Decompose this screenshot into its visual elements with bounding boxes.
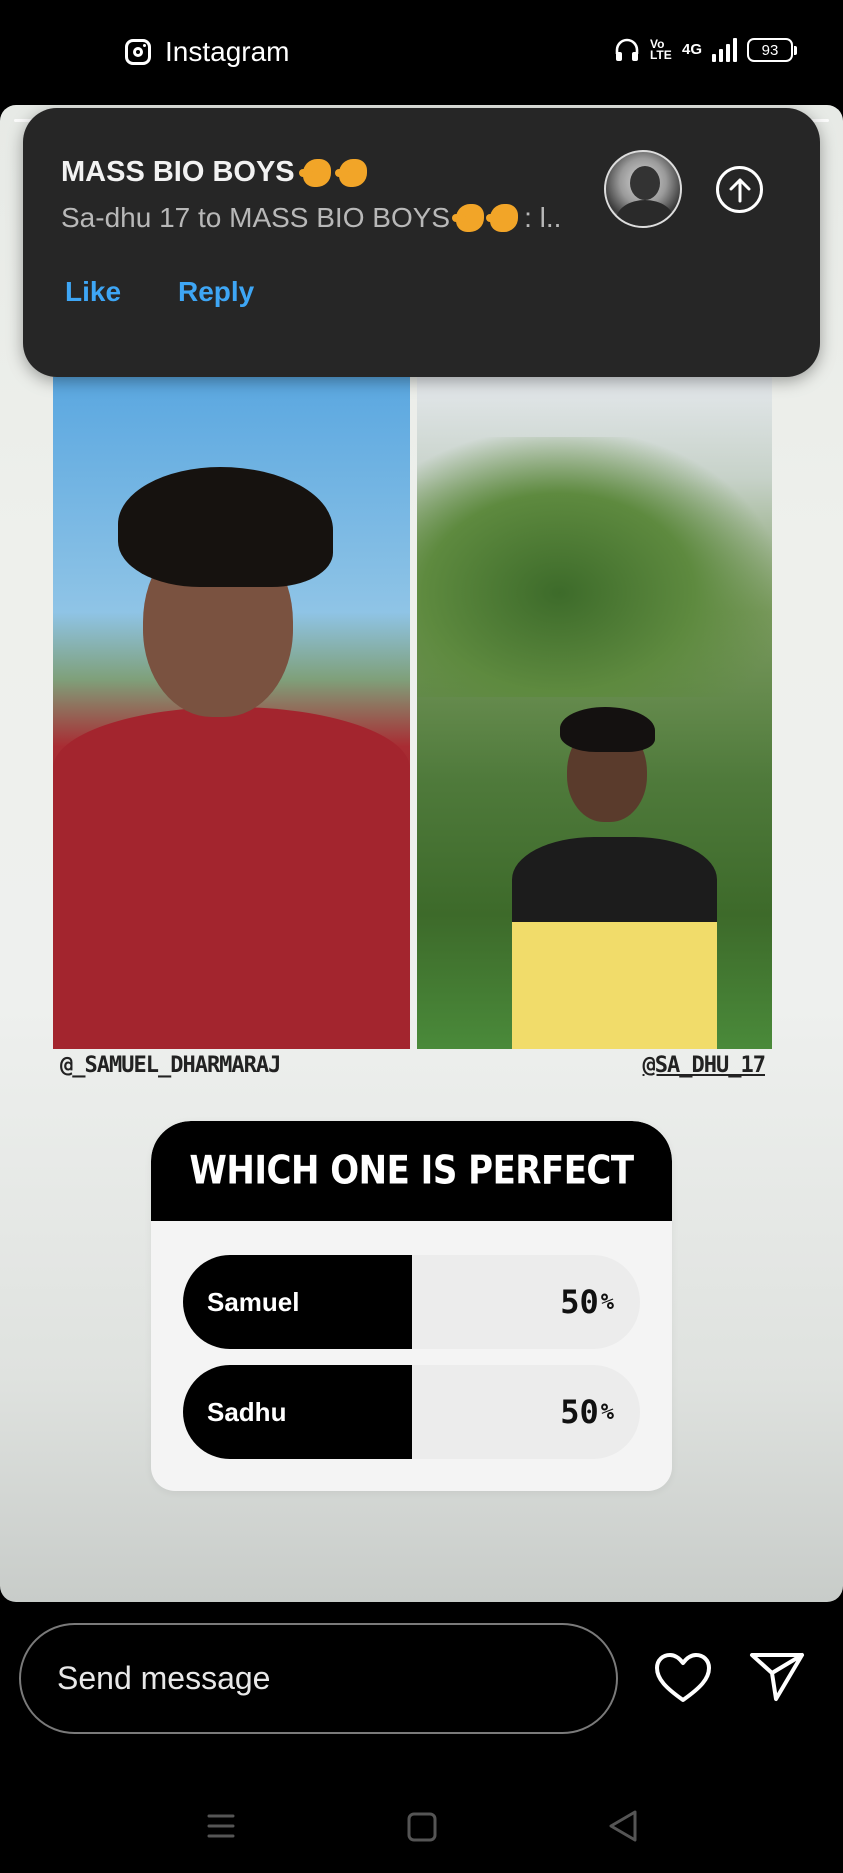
instagram-icon: [125, 39, 151, 65]
message-notification[interactable]: MASS BIO BOYS Sa-dhu 17 to MASS BIO BOYS…: [23, 108, 820, 377]
home-square-icon: [407, 1812, 437, 1842]
send-message-placeholder: Send message: [57, 1660, 271, 1696]
poll-option-percent: 50%: [560, 1283, 614, 1321]
poll-option-percent: 50%: [560, 1393, 614, 1431]
pointing-hand-emoji-icon: [298, 158, 331, 187]
status-icons: Vo LTE 4G 93: [614, 37, 797, 62]
system-navigation-bar: [0, 1780, 843, 1873]
back-button[interactable]: [603, 1806, 643, 1846]
photo-right: [417, 377, 772, 1049]
share-story-button[interactable]: [748, 1651, 806, 1703]
back-triangle-icon: [609, 1810, 637, 1842]
signal-icon: [712, 38, 737, 62]
poll-option-samuel[interactable]: Samuel 50%: [183, 1255, 640, 1349]
notification-title-text: MASS BIO BOYS: [61, 156, 295, 188]
notification-body-suffix: : l..: [524, 202, 562, 233]
pointing-hand-emoji-icon: [452, 204, 485, 232]
avatar[interactable]: [604, 150, 682, 228]
status-app-name: Instagram: [165, 36, 290, 67]
open-message-button[interactable]: [716, 166, 763, 213]
send-icon: [750, 1653, 804, 1701]
pointing-hand-emoji-icon: [486, 204, 519, 232]
heart-icon: [655, 1653, 711, 1702]
menu-icon: [207, 1814, 235, 1838]
handle-left[interactable]: @_SAMUEL_DHARMARAJ: [60, 1053, 281, 1078]
notification-body: Sa-dhu 17 to MASS BIO BOYS : l..: [61, 202, 621, 234]
poll-header: WHICH ONE IS PERFECT: [151, 1121, 672, 1221]
poll-question: WHICH ONE IS PERFECT: [189, 1148, 634, 1194]
notification-body-text: Sa-dhu 17 to MASS BIO BOYS: [61, 202, 451, 233]
battery-level: 93: [761, 41, 779, 59]
handle-right[interactable]: @SA_DHU_17: [643, 1053, 766, 1078]
photo-left: [53, 377, 410, 1049]
notification-title: MASS BIO BOYS: [61, 156, 367, 189]
home-button[interactable]: [401, 1806, 441, 1846]
headset-icon: [615, 38, 639, 61]
battery-icon: 93: [747, 38, 797, 62]
pointing-hand-emoji-icon: [334, 158, 367, 187]
like-story-button[interactable]: [654, 1652, 712, 1704]
poll-sticker: WHICH ONE IS PERFECT Samuel 50% Sadhu 50…: [151, 1121, 672, 1491]
poll-option-label: Sadhu: [207, 1396, 287, 1427]
status-app: Instagram: [125, 36, 290, 68]
poll-option-sadhu[interactable]: Sadhu 50%: [183, 1365, 640, 1459]
status-bar: Instagram Vo LTE 4G 93: [0, 0, 843, 108]
like-button[interactable]: Like: [65, 276, 121, 308]
reply-button[interactable]: Reply: [178, 276, 254, 308]
recents-button[interactable]: [201, 1806, 241, 1846]
poll-option-label: Samuel: [207, 1286, 300, 1317]
volte-label: Vo LTE: [649, 37, 672, 62]
arrow-up-circle-icon: [729, 178, 750, 202]
send-message-input[interactable]: Send message: [19, 1623, 618, 1734]
network-type-label: 4G: [681, 41, 702, 58]
